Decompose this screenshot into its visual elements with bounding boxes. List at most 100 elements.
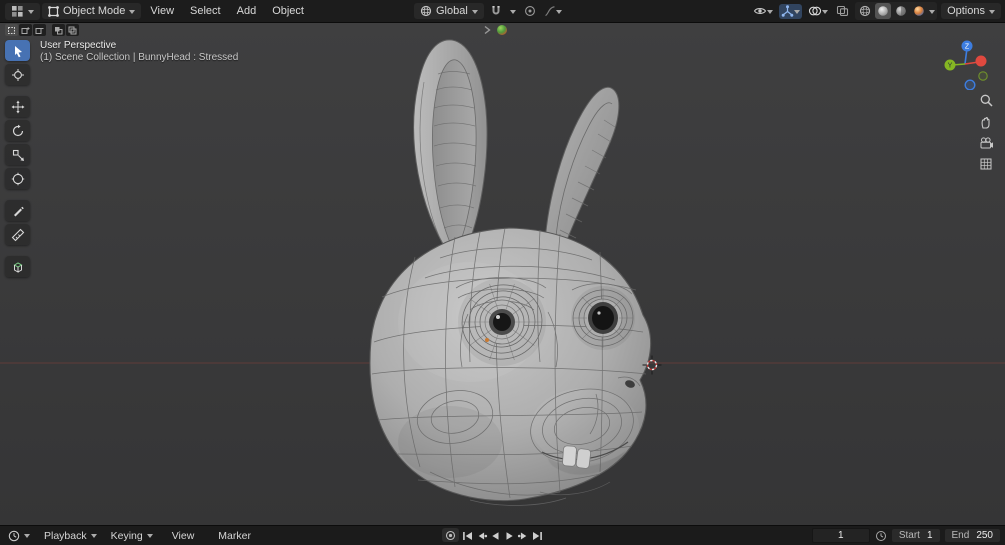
xray-toggle-button[interactable] — [834, 4, 851, 18]
header-extra-icons — [483, 24, 508, 36]
chevron-down-icon — [794, 10, 800, 14]
menu-object[interactable]: Object — [265, 3, 311, 19]
shading-rendered-button[interactable] — [911, 3, 927, 19]
show-overlays-button[interactable] — [806, 4, 830, 18]
gizmo-x-axis[interactable] — [976, 56, 987, 67]
zoom-button[interactable] — [977, 92, 995, 109]
editor-type-button[interactable] — [5, 3, 40, 20]
time-icon — [875, 530, 887, 542]
select-mode-extend-button[interactable] — [19, 24, 32, 36]
tool-transform-button[interactable] — [5, 168, 30, 189]
shading-rendered-icon — [913, 5, 925, 17]
left-eye — [457, 278, 547, 366]
mode-select-label: Object Mode — [63, 5, 125, 17]
pan-hand-icon — [979, 115, 993, 129]
falloff-curve-icon — [544, 5, 556, 17]
snap-toggle-button[interactable] — [488, 4, 504, 18]
select-mode-set-button[interactable] — [5, 24, 18, 36]
chevron-down-icon — [472, 10, 478, 14]
tool-scale-button[interactable] — [5, 144, 30, 165]
object-mode-icon — [48, 6, 59, 17]
proportional-falloff-button[interactable] — [542, 4, 564, 18]
menu-select[interactable]: Select — [183, 3, 228, 19]
frame-end-field[interactable]: End 250 — [945, 529, 1000, 542]
proportional-edit-toggle[interactable] — [522, 4, 538, 18]
orientation-globe-icon — [420, 5, 432, 17]
viewport-header: Object Mode View Select Add Object Globa… — [0, 0, 1005, 23]
tool-select-box-button[interactable] — [5, 40, 30, 61]
current-frame-value: 1 — [838, 530, 844, 541]
select-mode-invert-button[interactable] — [52, 24, 65, 36]
svg-text:Y: Y — [948, 63, 953, 70]
shading-solid-icon — [877, 5, 889, 17]
menu-view[interactable]: View — [143, 3, 181, 19]
select-mode-intersect-button[interactable] — [66, 24, 79, 36]
jump-to-end-button[interactable] — [531, 529, 544, 542]
mode-select[interactable]: Object Mode — [42, 3, 141, 19]
navigation-gizmo[interactable]: Z Y — [937, 34, 993, 90]
play-reverse-icon — [490, 530, 502, 542]
chevron-down-icon — [91, 534, 97, 538]
svg-text:Z: Z — [965, 44, 970, 51]
current-frame-field[interactable]: 1 — [812, 528, 870, 543]
3d-viewport[interactable]: User Perspective (1) Scene Collection | … — [0, 22, 1005, 526]
xray-icon — [836, 5, 849, 17]
teeth — [562, 446, 591, 469]
snap-settings-button[interactable] — [508, 8, 518, 15]
play-reverse-button[interactable] — [489, 529, 502, 542]
select-mode-subtract-button[interactable] — [33, 24, 46, 36]
jump-end-icon — [532, 530, 544, 542]
tool-rotate-button[interactable] — [5, 120, 30, 141]
viewport-breadcrumb: (1) Scene Collection | BunnyHead : Stres… — [40, 52, 238, 63]
material-preview-icon[interactable] — [496, 24, 508, 36]
timeline-editor-type-button[interactable] — [6, 529, 32, 543]
clock-icon — [8, 530, 20, 542]
tool-annotate-button[interactable] — [5, 200, 30, 221]
gizmo-y-negative[interactable] — [979, 72, 987, 80]
timeline-view-menu[interactable]: View — [165, 528, 202, 544]
tool-measure-button[interactable] — [5, 224, 30, 245]
ortho-grid-button[interactable] — [977, 155, 995, 172]
shading-wireframe-button[interactable] — [857, 3, 873, 19]
pan-button[interactable] — [977, 113, 995, 130]
play-icon — [504, 530, 516, 542]
chevron-down-icon — [129, 10, 135, 14]
options-button[interactable]: Options — [941, 3, 1001, 19]
expand-header-icon[interactable] — [483, 25, 491, 35]
keying-menu[interactable]: Keying — [109, 529, 155, 543]
frame-start-field[interactable]: Start 1 — [892, 529, 940, 542]
gizmo-z-negative[interactable] — [965, 80, 975, 90]
next-keyframe-button[interactable] — [517, 529, 530, 542]
object-visibility-button[interactable] — [751, 4, 775, 18]
shading-solid-button[interactable] — [875, 3, 891, 19]
auto-keyframe-button[interactable] — [442, 528, 459, 542]
next-keyframe-icon — [518, 530, 530, 542]
shading-material-button[interactable] — [893, 3, 909, 19]
tool-add-cube-button[interactable] — [5, 256, 30, 277]
proportional-edit-icon — [524, 5, 536, 17]
tool-move-button[interactable] — [5, 96, 30, 117]
show-gizmos-button[interactable] — [779, 4, 802, 19]
start-label: Start — [899, 530, 920, 541]
options-label: Options — [947, 5, 985, 17]
tool-cursor-button[interactable] — [5, 64, 30, 85]
magnet-icon — [490, 5, 502, 17]
transport-controls — [461, 529, 544, 542]
playback-menu[interactable]: Playback — [42, 529, 99, 543]
blender-window: Object Mode View Select Add Object Globa… — [0, 0, 1005, 545]
timeline-marker-menu[interactable]: Marker — [211, 528, 258, 544]
camera-view-button[interactable] — [977, 134, 995, 151]
play-button[interactable] — [503, 529, 516, 542]
bunny-head-mesh[interactable] — [370, 40, 651, 506]
editor-type-icon — [11, 5, 24, 18]
menu-add[interactable]: Add — [230, 3, 264, 19]
viewport-canvas[interactable] — [0, 22, 1005, 526]
prev-keyframe-button[interactable] — [475, 529, 488, 542]
move-icon — [11, 100, 25, 114]
viewport-nav-buttons — [977, 92, 995, 172]
chevron-down-icon — [510, 10, 516, 14]
orientation-label: Global — [436, 5, 468, 17]
chevron-down-icon — [24, 534, 30, 538]
transform-orientation-select[interactable]: Global — [414, 3, 484, 19]
jump-to-start-button[interactable] — [461, 529, 474, 542]
